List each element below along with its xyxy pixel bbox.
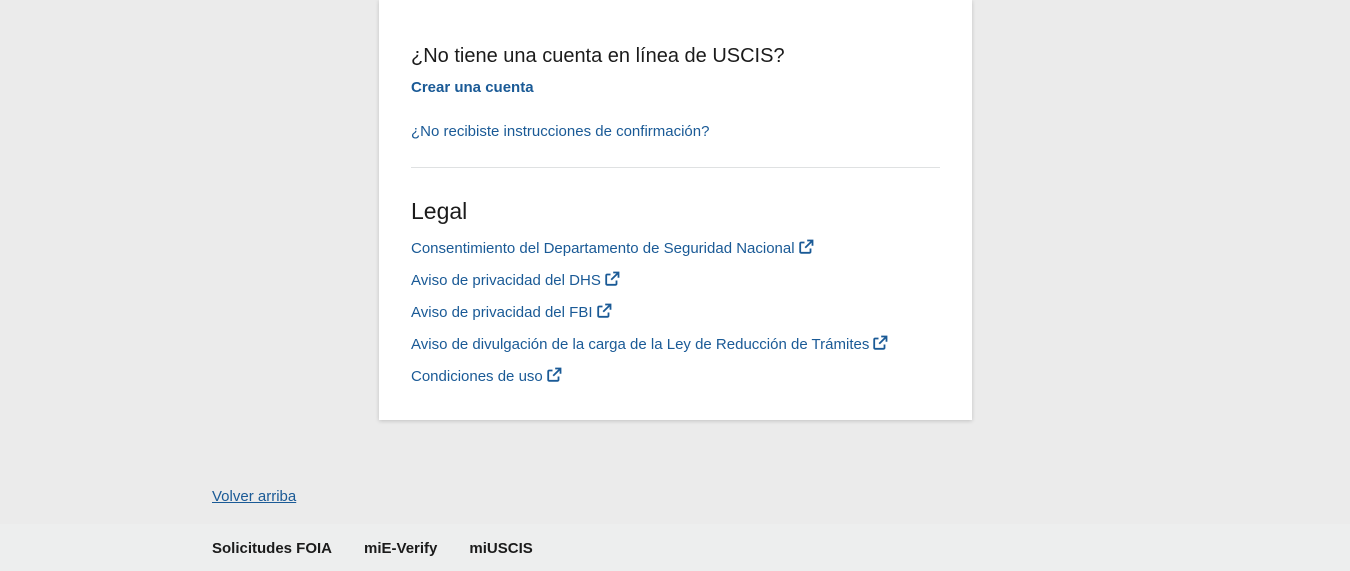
my-uscis-link[interactable]: miUSCIS <box>469 540 532 557</box>
fbi-privacy-notice-link[interactable]: Aviso de privacidad del FBI <box>411 303 612 321</box>
legal-link-item: Aviso de privacidad del DHS <box>411 271 888 303</box>
footer-links-list: Solicitudes FOIA miE-Verify miUSCIS <box>212 539 565 559</box>
foia-requests-link[interactable]: Solicitudes FOIA <box>212 540 332 557</box>
my-e-verify-link[interactable]: miE-Verify <box>364 540 437 557</box>
external-link-icon <box>546 367 562 383</box>
external-link-icon <box>604 271 620 287</box>
legal-link-item: Aviso de divulgación de la carga de la L… <box>411 335 888 367</box>
paperwork-reduction-act-link[interactable]: Aviso de divulgación de la carga de la L… <box>411 335 888 353</box>
legal-links-list: Consentimiento del Departamento de Segur… <box>411 239 888 399</box>
paperwork-reduction-act-link-label: Aviso de divulgación de la carga de la L… <box>411 336 870 353</box>
section-divider <box>411 167 940 168</box>
external-link-icon <box>872 335 888 351</box>
terms-of-use-link-label: Condiciones de uso <box>411 368 543 385</box>
external-link-icon <box>798 239 814 255</box>
back-to-top-link[interactable]: Volver arriba <box>212 487 296 507</box>
no-account-heading: ¿No tiene una cuenta en línea de USCIS? <box>411 45 785 67</box>
footer-link-item: miE-Verify <box>364 539 437 559</box>
legal-heading: Legal <box>411 198 468 224</box>
footer-link-item: Solicitudes FOIA <box>212 539 332 559</box>
dhs-consent-link[interactable]: Consentimiento del Departamento de Segur… <box>411 239 814 257</box>
terms-of-use-link[interactable]: Condiciones de uso <box>411 367 562 385</box>
legal-link-item: Consentimiento del Departamento de Segur… <box>411 239 888 271</box>
dhs-consent-link-label: Consentimiento del Departamento de Segur… <box>411 240 795 257</box>
legal-link-item: Condiciones de uso <box>411 367 888 399</box>
legal-link-item: Aviso de privacidad del FBI <box>411 303 888 335</box>
create-account-link[interactable]: Crear una cuenta <box>411 78 534 98</box>
account-card: ¿No tiene una cuenta en línea de USCIS? … <box>379 0 972 420</box>
confirmation-instructions-link[interactable]: ¿No recibiste instrucciones de confirmac… <box>411 122 709 142</box>
external-link-icon <box>596 303 612 319</box>
fbi-privacy-notice-link-label: Aviso de privacidad del FBI <box>411 304 593 321</box>
footer-link-item: miUSCIS <box>469 539 532 559</box>
dhs-privacy-notice-link[interactable]: Aviso de privacidad del DHS <box>411 271 620 289</box>
dhs-privacy-notice-link-label: Aviso de privacidad del DHS <box>411 272 601 289</box>
footer-nav: Solicitudes FOIA miE-Verify miUSCIS <box>0 524 1350 571</box>
